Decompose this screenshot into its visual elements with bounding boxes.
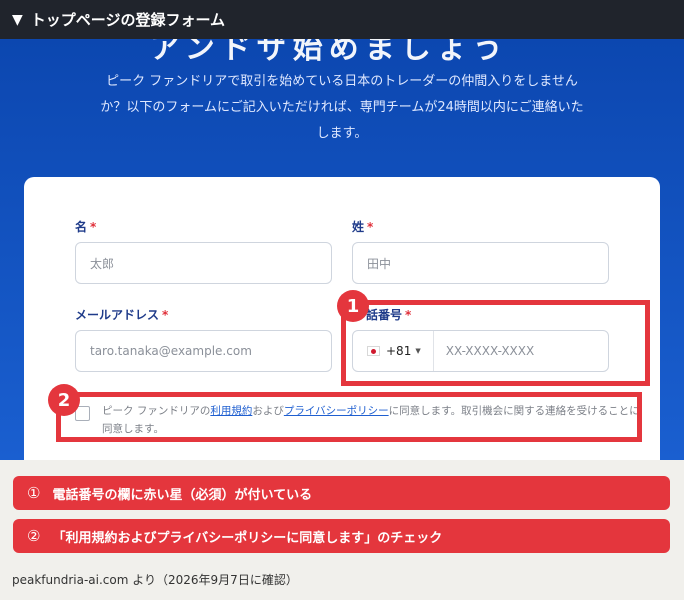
required-star: * [162,308,169,322]
note-2-number: ② [27,527,41,545]
last-name-label: 姓 * [352,218,373,235]
note-2-text: 「利用規約およびプライバシーポリシーに同意します」のチェック [52,530,443,546]
first-name-label: 名 * [75,218,96,235]
triangle-down-icon: ▼ [12,11,23,28]
highlight-box-consent [56,392,642,442]
note-1-number: ① [27,484,41,502]
last-name-label-text: 姓 [352,220,365,234]
email-label-text: メールアドレス [75,308,160,322]
note-1: ① 電話番号の欄に赤い星（必須）が付いている [13,476,670,510]
required-star: * [367,220,374,234]
last-name-input[interactable]: 田中 [352,242,609,284]
caption-title: トップページの登録フォーム [30,11,226,29]
source-footer: peakfundria-ai.com より（2026年9月7日に確認） [12,573,298,587]
annotation-badge-2: 2 [48,384,80,416]
required-star: * [90,220,97,234]
first-name-placeholder: 太郎 [90,256,115,271]
caption-bar: ▼ トップページの登録フォーム [0,0,684,39]
hero-lead-text: ピーク ファンドリアで取引を始めている日本のトレーダーの仲間入りをしませんか？以… [100,74,584,141]
first-name-input[interactable]: 太郎 [75,242,332,284]
hero-title: アンドザ始めましょう [150,39,509,66]
annotation-badge-1: 1 [337,290,369,322]
first-name-label-text: 名 [75,220,88,234]
email-label: メールアドレス * [75,306,168,323]
email-placeholder: taro.tanaka@example.com [90,344,252,358]
last-name-placeholder: 田中 [367,256,392,271]
notes-panel: ① 電話番号の欄に赤い星（必須）が付いている ② 「利用規約およびプライバシーポ… [0,460,684,567]
highlight-box-phone [341,300,650,386]
email-input[interactable]: taro.tanaka@example.com [75,330,332,372]
note-2: ② 「利用規約およびプライバシーポリシーに同意します」のチェック [13,519,670,553]
note-1-text: 電話番号の欄に赤い星（必須）が付いている [52,487,313,503]
